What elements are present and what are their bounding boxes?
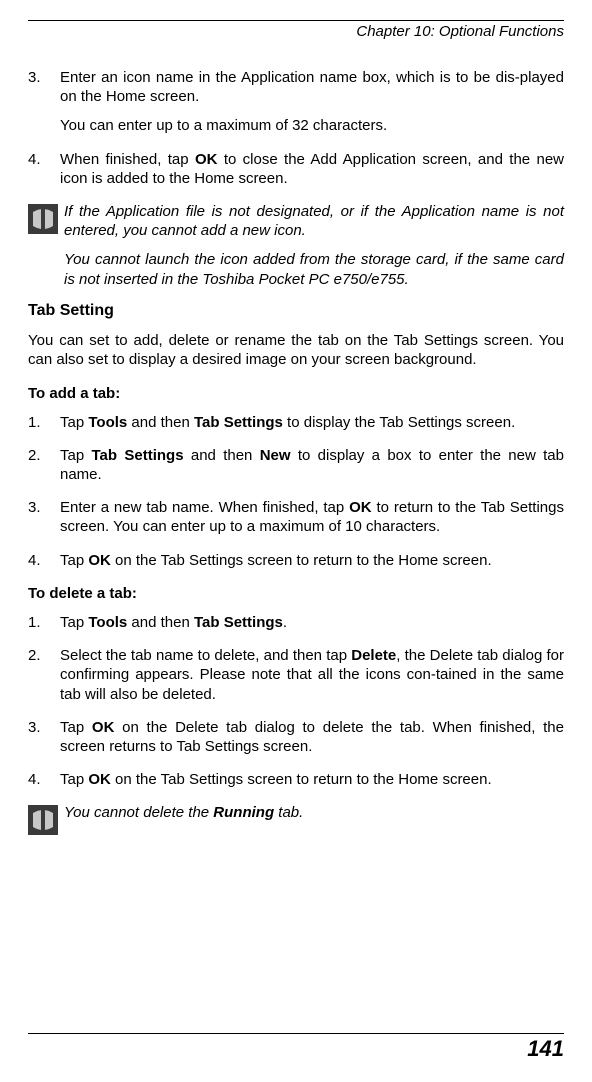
- step-text: When finished, tap: [60, 151, 195, 168]
- step-body: Select the tab name to delete, and then …: [60, 646, 564, 704]
- step-text: and then: [127, 414, 194, 431]
- note-text: You cannot delete the Running tab.: [64, 803, 564, 822]
- chapter-title: Chapter 10: Optional Functions: [356, 23, 564, 40]
- step-number: 3.: [28, 68, 60, 136]
- step-text: Tap: [60, 552, 88, 569]
- sub-heading: To delete a tab:: [28, 584, 564, 603]
- step-text: Enter an icon name in the Application na…: [60, 69, 564, 105]
- page-number: 141: [527, 1036, 564, 1061]
- step-body: Tap OK on the Tab Settings screen to ret…: [60, 770, 564, 789]
- step-bold: Tab Settings: [92, 447, 184, 464]
- step-subtext: You can enter up to a maximum of 32 char…: [60, 116, 564, 135]
- step-body: Tap Tools and then Tab Settings.: [60, 613, 564, 632]
- note-bold: Running: [213, 804, 274, 821]
- step-number: 2.: [28, 446, 60, 484]
- step-text: on the Tab Settings screen to return to …: [111, 771, 492, 788]
- step-text: on the Tab Settings screen to return to …: [111, 552, 492, 569]
- note-block: You cannot delete the Running tab.: [28, 803, 564, 835]
- step-bold: OK: [88, 771, 111, 788]
- note-post: tab.: [274, 804, 303, 821]
- step-body: When finished, tap OK to close the Add A…: [60, 150, 564, 188]
- step-item: 3. Enter a new tab name. When finished, …: [28, 498, 564, 536]
- step-bold: Tools: [88, 414, 127, 431]
- step-item: 4. Tap OK on the Tab Settings screen to …: [28, 551, 564, 570]
- step-body: Tap OK on the Tab Settings screen to ret…: [60, 551, 564, 570]
- note-icon: [28, 805, 58, 835]
- step-number: 4.: [28, 150, 60, 188]
- step-text: and then: [127, 614, 194, 631]
- step-text: Select the tab name to delete, and then …: [60, 647, 351, 664]
- step-number: 3.: [28, 718, 60, 756]
- step-body: Enter a new tab name. When finished, tap…: [60, 498, 564, 536]
- step-text: Tap: [60, 447, 92, 464]
- step-text: Tap: [60, 614, 88, 631]
- step-bold: OK: [88, 552, 111, 569]
- step-text: .: [283, 614, 287, 631]
- step-item: 4. Tap OK on the Tab Settings screen to …: [28, 770, 564, 789]
- step-item: 4. When finished, tap OK to close the Ad…: [28, 150, 564, 188]
- step-text: on the Delete tab dialog to delete the t…: [60, 719, 564, 755]
- step-body: Tap OK on the Delete tab dialog to delet…: [60, 718, 564, 756]
- section-intro: You can set to add, delete or rename the…: [28, 331, 564, 369]
- step-bold: Delete: [351, 647, 396, 664]
- step-item: 3. Tap OK on the Delete tab dialog to de…: [28, 718, 564, 756]
- step-text: Enter a new tab name. When finished, tap: [60, 499, 349, 516]
- step-bold: New: [260, 447, 291, 464]
- note-pre: You cannot delete the: [64, 804, 213, 821]
- step-item: 2. Select the tab name to delete, and th…: [28, 646, 564, 704]
- step-text: Tap: [60, 771, 88, 788]
- note-icon: [28, 204, 58, 234]
- step-number: 1.: [28, 413, 60, 432]
- step-bold: OK: [92, 719, 115, 736]
- step-number: 2.: [28, 646, 60, 704]
- step-body: Enter an icon name in the Application na…: [60, 68, 564, 136]
- step-text: Tap: [60, 719, 92, 736]
- step-item: 1. Tap Tools and then Tab Settings to di…: [28, 413, 564, 432]
- step-text: and then: [184, 447, 260, 464]
- sub-heading: To add a tab:: [28, 384, 564, 403]
- step-bold: Tab Settings: [194, 414, 283, 431]
- step-item: 1. Tap Tools and then Tab Settings.: [28, 613, 564, 632]
- note-text: If the Application file is not designate…: [64, 202, 564, 289]
- chapter-header: Chapter 10: Optional Functions: [28, 20, 564, 40]
- step-body: Tap Tab Settings and then New to display…: [60, 446, 564, 484]
- step-number: 4.: [28, 770, 60, 789]
- step-number: 4.: [28, 551, 60, 570]
- step-item: 3. Enter an icon name in the Application…: [28, 68, 564, 136]
- note-para: If the Application file is not designate…: [64, 202, 564, 240]
- step-number: 3.: [28, 498, 60, 536]
- step-bold: Tools: [88, 614, 127, 631]
- step-bold: OK: [349, 499, 372, 516]
- step-body: Tap Tools and then Tab Settings to displ…: [60, 413, 564, 432]
- note-block: If the Application file is not designate…: [28, 202, 564, 289]
- page-content: 3. Enter an icon name in the Application…: [28, 68, 564, 835]
- step-bold: OK: [195, 151, 218, 168]
- page-footer: 141: [28, 1033, 564, 1062]
- step-item: 2. Tap Tab Settings and then New to disp…: [28, 446, 564, 484]
- step-number: 1.: [28, 613, 60, 632]
- step-text: Tap: [60, 414, 88, 431]
- section-heading: Tab Setting: [28, 301, 564, 321]
- step-text: to display the Tab Settings screen.: [283, 414, 515, 431]
- step-bold: Tab Settings: [194, 614, 283, 631]
- note-para: You cannot launch the icon added from th…: [64, 250, 564, 288]
